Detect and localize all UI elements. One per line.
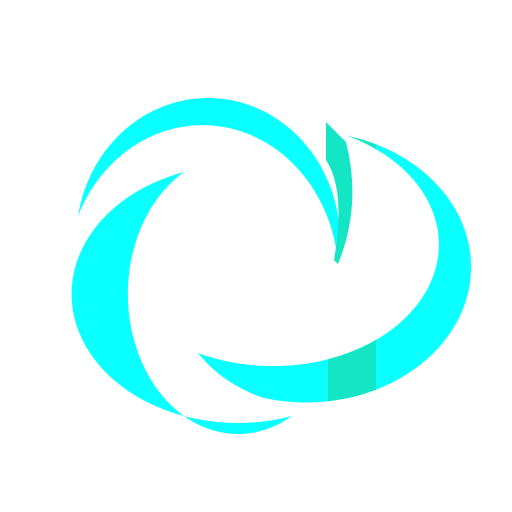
canvas xyxy=(0,0,512,512)
three-crescent-swirl-icon xyxy=(71,97,472,434)
